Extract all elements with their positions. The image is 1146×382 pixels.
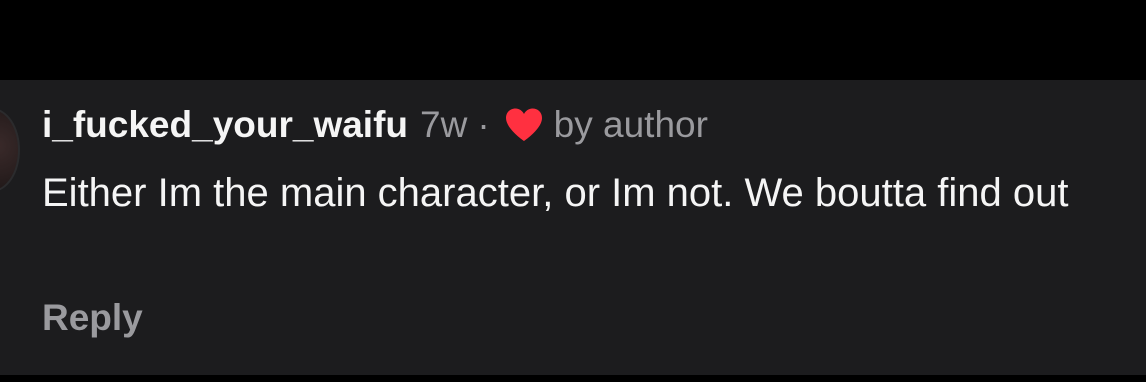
reply-button[interactable]: Reply <box>42 296 143 340</box>
liked-by-author-label: by author <box>553 104 708 145</box>
bottom-band <box>0 375 1146 382</box>
top-band <box>0 0 1146 80</box>
comment-meta-row: i_fucked_your_waifu 7w · by author <box>42 103 708 147</box>
separator-dot: · <box>477 104 490 145</box>
comment-body: Either Im the main character, or Im not.… <box>42 171 1069 215</box>
username[interactable]: i_fucked_your_waifu <box>42 103 408 147</box>
timestamp: 7w <box>420 104 468 145</box>
heart-icon <box>504 107 544 143</box>
